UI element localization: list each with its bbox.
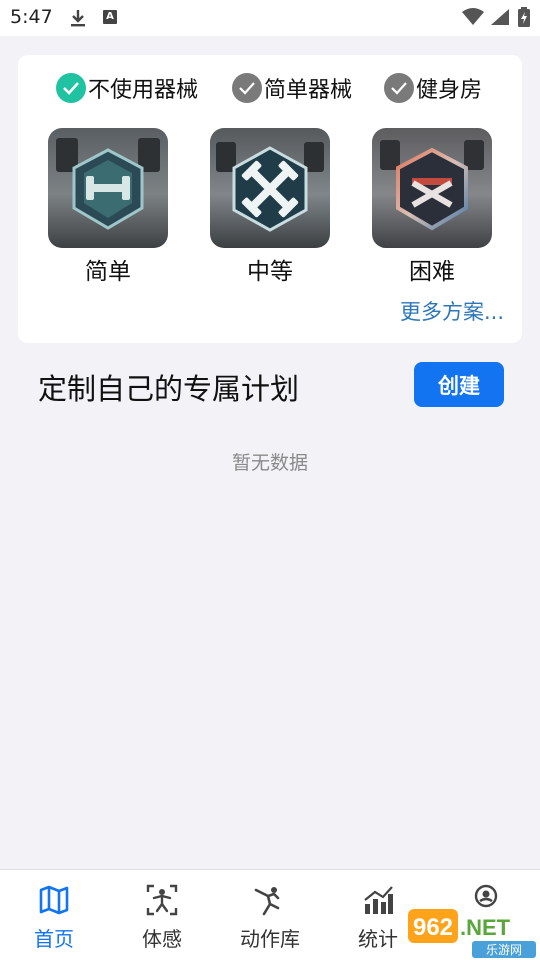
exercise-pose-icon [254, 884, 286, 916]
notification-a-icon: A [103, 10, 117, 24]
filter-label: 简单器械 [264, 78, 353, 103]
more-plans-link[interactable]: 更多方案... [400, 296, 504, 326]
check-circle-icon [384, 73, 414, 103]
filter-no-equipment[interactable]: 不使用器械 [56, 71, 198, 105]
battery-icon [518, 7, 530, 31]
plan-card: 不使用器械 简单器械 健身房 简单 中等 困难 更多方案... [18, 55, 522, 343]
svg-text:乐游网: 乐游网 [486, 943, 522, 957]
level-hard[interactable]: 困难 [372, 128, 492, 286]
filter-gym[interactable]: 健身房 [384, 71, 482, 105]
dumbbell-badge-hard-image [372, 128, 492, 248]
level-easy[interactable]: 简单 [48, 128, 168, 286]
custom-plan-title: 定制自己的专属计划 [38, 372, 300, 406]
download-icon [70, 9, 86, 31]
svg-text:.NET: .NET [460, 915, 511, 940]
level-medium[interactable]: 中等 [210, 128, 330, 286]
tab-label: 动作库 [240, 927, 300, 951]
level-label: 中等 [247, 259, 293, 285]
filter-label: 健身房 [416, 78, 483, 103]
signal-icon [490, 8, 510, 30]
level-label: 困难 [409, 259, 455, 285]
map-icon [38, 884, 70, 916]
bar-chart-icon [362, 884, 394, 916]
tab-home[interactable]: 首页 [0, 870, 108, 960]
screen: 5:47 A 不使用器械 简单器械 健身房 简单 中等 困难 更多方案... 定… [0, 0, 540, 960]
site-watermark-logo: 962 .NET 乐游网 [400, 905, 540, 960]
filter-label: 不使用器械 [88, 78, 199, 103]
check-circle-icon [56, 73, 86, 103]
empty-state-text: 暂无数据 [231, 452, 308, 474]
wifi-icon [462, 8, 484, 30]
tab-exercise-library[interactable]: 动作库 [216, 870, 324, 960]
body-scan-icon [146, 884, 178, 916]
tab-motion-sensing[interactable]: 体感 [108, 870, 216, 960]
dumbbell-badge-medium-image [210, 128, 330, 248]
filter-simple-equipment[interactable]: 简单器械 [232, 71, 352, 105]
dumbbell-badge-easy-image [48, 128, 168, 248]
create-plan-button[interactable]: 创建 [414, 362, 504, 407]
svg-text:962: 962 [413, 914, 453, 941]
status-bar: 5:47 A [0, 0, 540, 36]
tab-label: 体感 [142, 927, 182, 951]
status-time: 5:47 [10, 6, 53, 28]
tab-label: 首页 [34, 927, 74, 951]
level-label: 简单 [85, 259, 131, 285]
check-circle-icon [232, 73, 262, 103]
